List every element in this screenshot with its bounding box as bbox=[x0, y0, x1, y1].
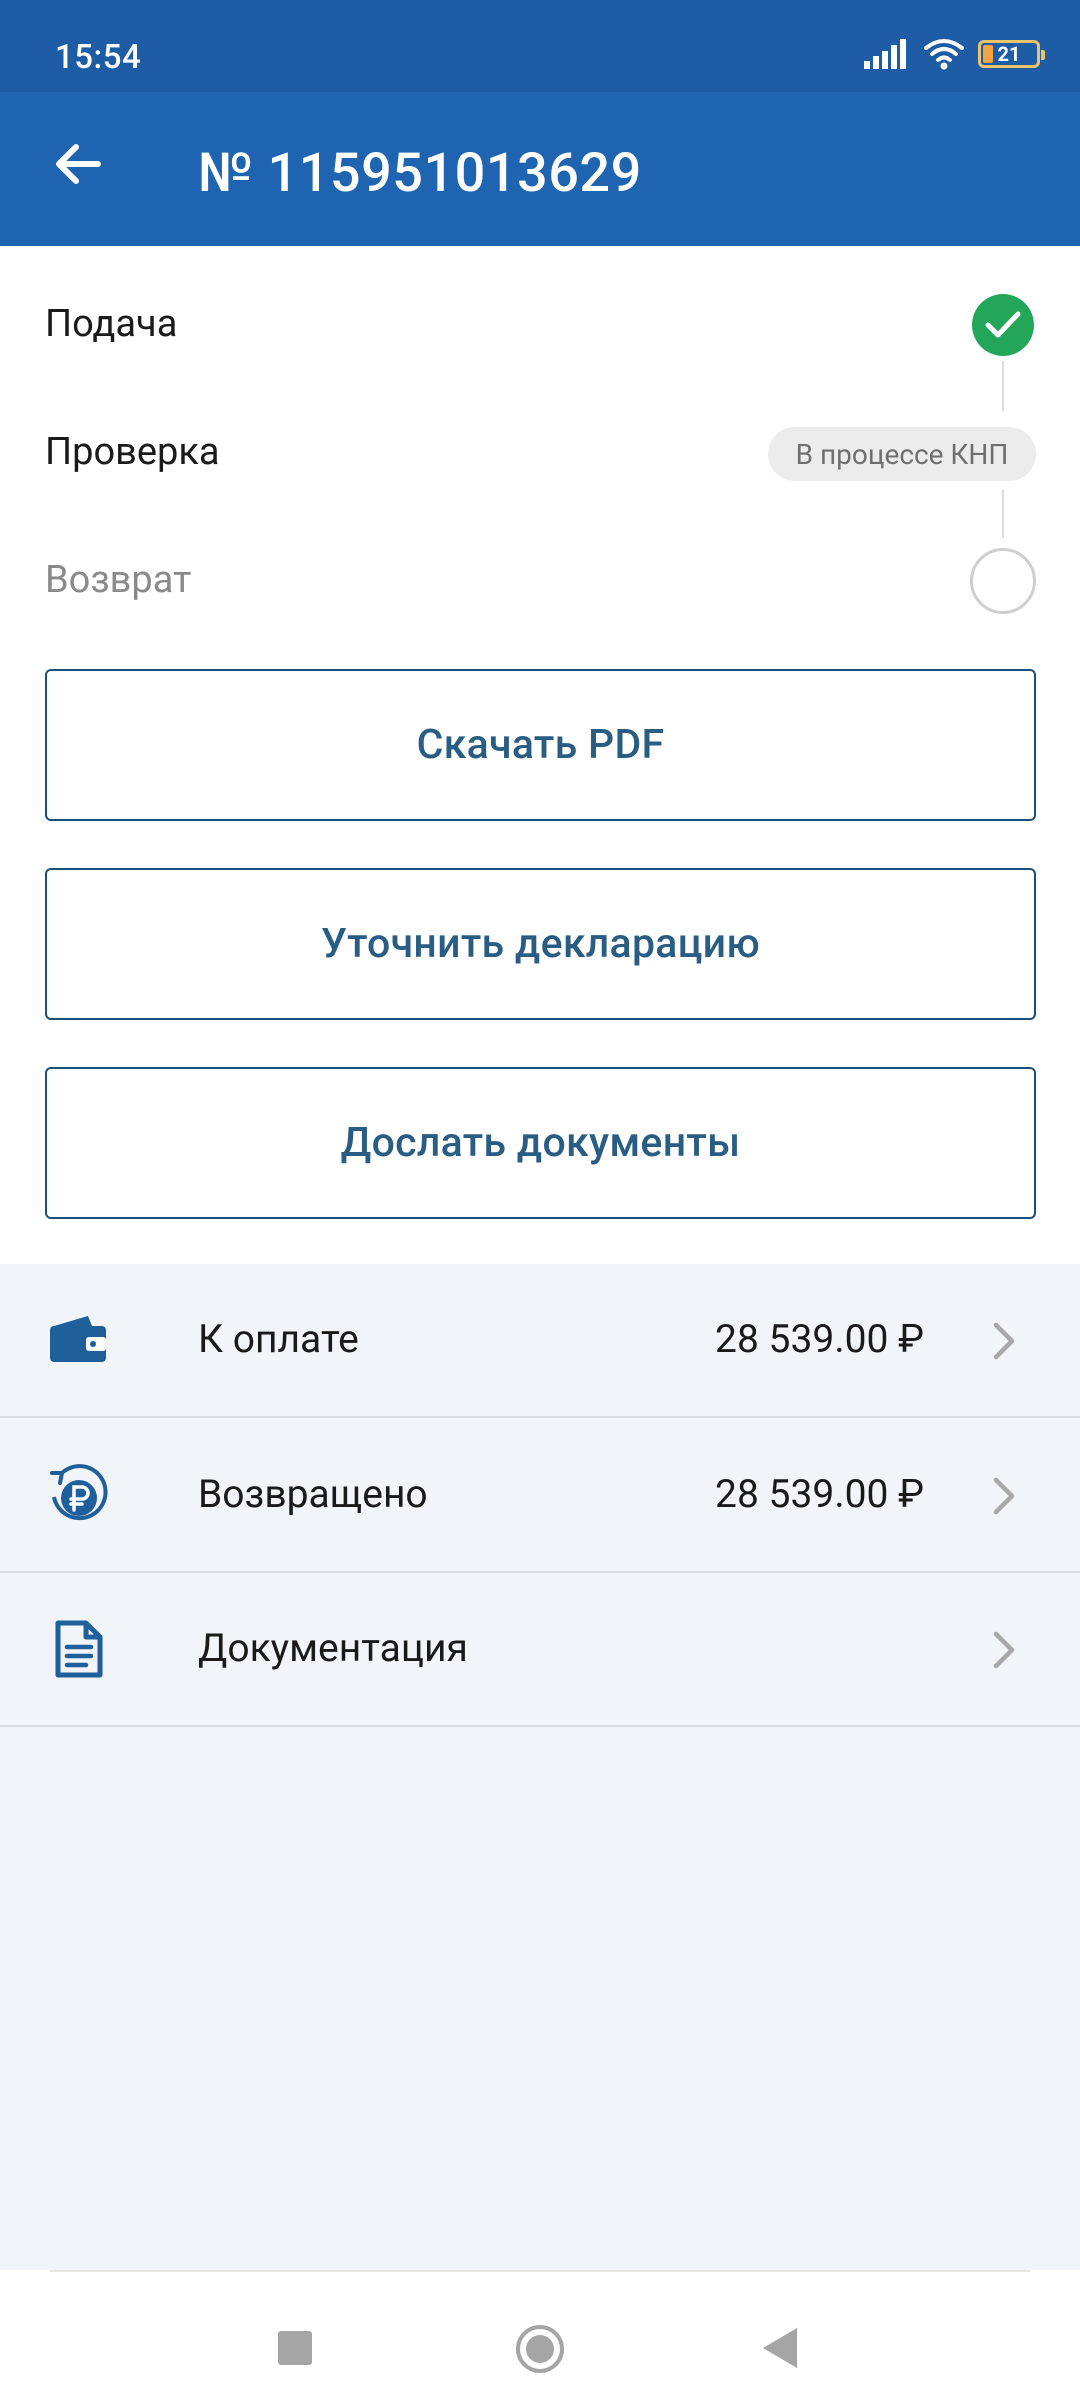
step-connector bbox=[1002, 361, 1004, 411]
list-item-amount: 28 539.00 ₽ bbox=[715, 1316, 924, 1362]
signal-icon bbox=[864, 39, 906, 69]
list-item-documentation[interactable]: Документация bbox=[0, 1573, 1080, 1727]
list-item-label: К оплате bbox=[198, 1316, 359, 1362]
step-label-submission: Подача bbox=[45, 302, 178, 346]
list-item-label: Возвращено bbox=[198, 1471, 428, 1517]
step-connector bbox=[1002, 490, 1004, 538]
arrow-left-icon[interactable] bbox=[48, 134, 108, 194]
step-label-refund: Возврат bbox=[45, 558, 192, 602]
wifi-icon bbox=[924, 39, 964, 70]
step-label-check: Проверка bbox=[45, 430, 220, 474]
chevron-right-icon bbox=[993, 1322, 1015, 1360]
download-pdf-button[interactable]: Скачать PDF bbox=[45, 669, 1036, 821]
navbar-divider bbox=[50, 2270, 1030, 2272]
home-icon[interactable] bbox=[516, 2325, 564, 2373]
chevron-right-icon bbox=[993, 1477, 1015, 1515]
step-done-check-icon bbox=[972, 294, 1034, 356]
battery-icon: 21 bbox=[978, 40, 1045, 68]
step-pending-circle-icon bbox=[970, 548, 1036, 614]
wallet-icon bbox=[50, 1316, 106, 1362]
clarify-declaration-button[interactable]: Уточнить декларацию bbox=[45, 868, 1036, 1020]
list-item-label: Документация bbox=[198, 1625, 468, 1671]
list-item-to-pay[interactable]: К оплате 28 539.00 ₽ bbox=[0, 1264, 1080, 1418]
status-time: 15:54 bbox=[55, 38, 142, 77]
page-title: № 115951013629 bbox=[198, 142, 642, 205]
document-icon bbox=[55, 1620, 103, 1678]
recent-apps-icon[interactable] bbox=[278, 2331, 312, 2365]
system-navigation-bar bbox=[0, 2270, 1080, 2400]
list-item-amount: 28 539.00 ₽ bbox=[715, 1471, 924, 1517]
send-documents-button[interactable]: Дослать документы bbox=[45, 1067, 1036, 1219]
battery-level: 21 bbox=[997, 42, 1021, 66]
status-bar: 15:54 21 bbox=[0, 0, 1080, 92]
list-item-refunded[interactable]: Возвращено 28 539.00 ₽ bbox=[0, 1419, 1080, 1573]
status-icons: 21 bbox=[864, 38, 1045, 70]
app-bar: № 115951013629 bbox=[0, 92, 1080, 246]
back-triangle-icon[interactable] bbox=[763, 2328, 797, 2368]
status-badge: В процессе КНП bbox=[768, 427, 1036, 481]
chevron-right-icon bbox=[993, 1631, 1015, 1669]
ruble-refund-icon bbox=[50, 1464, 108, 1521]
